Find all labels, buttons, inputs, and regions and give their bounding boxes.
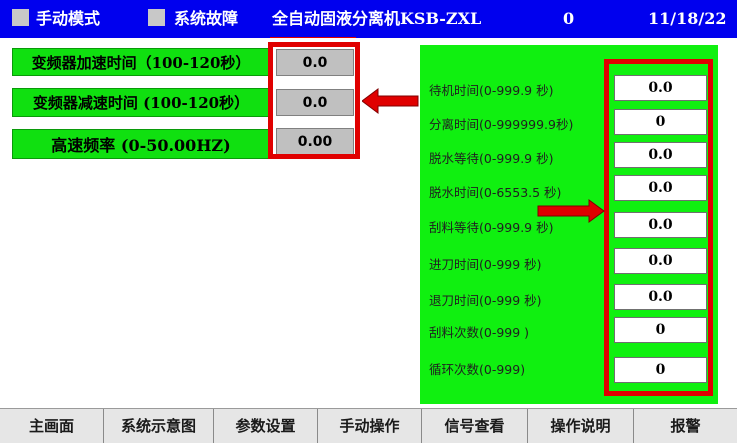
nav-alarm[interactable]: 报警 (634, 409, 737, 443)
left-values-highlight (268, 42, 360, 159)
separation-time-label: 分离时间(0-999999.9秒) (429, 117, 574, 132)
scrape-wait-label: 刮料等待(0-999.9 秒) (429, 220, 554, 235)
mode-indicator-icon (12, 9, 29, 26)
bottom-navigation: 主画面 系统示意图 参数设置 手动操作 信号查看 操作说明 报警 (0, 408, 737, 443)
fault-indicator-icon (148, 9, 165, 26)
nav-parameter-settings[interactable]: 参数设置 (214, 409, 318, 443)
left-arrow-icon (362, 88, 419, 114)
nav-signal-view[interactable]: 信号查看 (422, 409, 528, 443)
decel-time-label: 变频器减速时间 (100-120秒） (12, 88, 270, 117)
cycle-count-label: 循环次数(0-999) (429, 362, 526, 377)
retract-time-label: 退刀时间(0-999 秒) (429, 293, 542, 308)
feed-in-time-label: 进刀时间(0-999 秒) (429, 257, 542, 272)
standby-time-label: 待机时间(0-999.9 秒) (429, 83, 554, 98)
counter-display: 0 (563, 9, 575, 28)
accel-time-label: 变频器加速时间（100-120秒） (12, 48, 270, 76)
nav-main-screen[interactable]: 主画面 (0, 409, 104, 443)
header-bar: 手动模式 系统故障 全自动固液分离机KSB-ZXL 0 11/18/22 (0, 0, 737, 38)
nav-system-diagram[interactable]: 系统示意图 (104, 409, 214, 443)
scrape-count-label: 刮料次数(0-999 ) (429, 325, 530, 340)
right-values-highlight (604, 59, 713, 396)
highlight-top-line (270, 37, 356, 38)
system-fault-button[interactable]: 系统故障 (174, 0, 238, 38)
dewater-wait-label: 脱水等待(0-999.9 秒) (429, 151, 554, 166)
machine-title: 全自动固液分离机KSB-ZXL (272, 9, 482, 28)
date-display: 11/18/22 (648, 9, 727, 28)
high-speed-frequency-label: 高速频率 (0-50.00HZ) (12, 129, 270, 159)
nav-manual-operation[interactable]: 手动操作 (318, 409, 422, 443)
right-arrow-icon (537, 199, 605, 223)
nav-operation-manual[interactable]: 操作说明 (528, 409, 634, 443)
manual-mode-button[interactable]: 手动模式 (36, 0, 100, 38)
